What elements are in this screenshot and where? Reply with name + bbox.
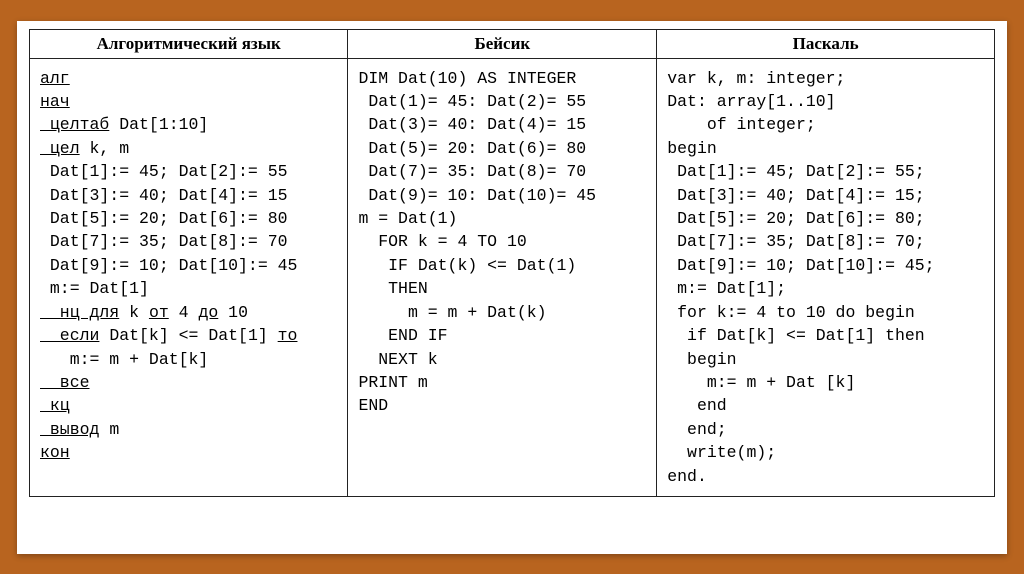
code-line: if Dat[k] <= Dat[1] then <box>667 326 924 345</box>
code-line: Dat(9)= 10: Dat(10)= 45 <box>358 186 596 205</box>
kw-esli: если <box>40 326 99 345</box>
code-line: end <box>667 396 726 415</box>
code-line: m:= m + Dat [k] <box>667 373 855 392</box>
code-line: Dat[1]:= 45; Dat[2]:= 55; <box>667 162 924 181</box>
code-line: begin <box>667 350 736 369</box>
code-line: Dat(7)= 35: Dat(8)= 70 <box>358 162 586 181</box>
code-line: Dat[7]:= 35; Dat[8]:= 70; <box>667 232 924 251</box>
code-line: END <box>358 396 388 415</box>
code-line: begin <box>667 139 717 158</box>
code-line: var k, m: integer; <box>667 69 845 88</box>
code-line: end. <box>667 467 707 486</box>
code-line: Dat(1)= 45: Dat(2)= 55 <box>358 92 586 111</box>
kw-ot: от <box>149 303 169 322</box>
cell-basic: DIM Dat(10) AS INTEGER Dat(1)= 45: Dat(2… <box>348 58 657 497</box>
txt: Dat[k] <= Dat[1] <box>99 326 277 345</box>
header-pascal: Паскаль <box>657 29 995 58</box>
code-line: end; <box>667 420 726 439</box>
code-line: DIM Dat(10) AS INTEGER <box>358 69 576 88</box>
cell-pascal: var k, m: integer; Dat: array[1..10] of … <box>657 58 995 497</box>
document-page: Алгоритмический язык Бейсик Паскаль алг … <box>17 21 1007 554</box>
kw-tseltab: целтаб <box>40 115 109 134</box>
txt: k, m <box>80 139 130 158</box>
code-table: Алгоритмический язык Бейсик Паскаль алг … <box>29 29 995 498</box>
kw-vyvod: вывод <box>40 420 99 439</box>
kw-kts: кц <box>40 396 70 415</box>
code-row: алг нач целтаб Dat[1:10] цел k, m Dat[1]… <box>30 58 995 497</box>
code-line: Dat(5)= 20: Dat(6)= 80 <box>358 139 586 158</box>
code-line: m = Dat(1) <box>358 209 457 228</box>
code-line: FOR k = 4 TO 10 <box>358 232 526 251</box>
code-line: m:= Dat[1] <box>40 279 149 298</box>
code-line: m = m + Dat(k) <box>358 303 546 322</box>
code-line: Dat[5]:= 20; Dat[6]:= 80 <box>40 209 288 228</box>
code-line: Dat[5]:= 20; Dat[6]:= 80; <box>667 209 924 228</box>
code-line: PRINT m <box>358 373 427 392</box>
code-line: Dat[1]:= 45; Dat[2]:= 55 <box>40 162 288 181</box>
code-line: THEN <box>358 279 427 298</box>
code-line: Dat[7]:= 35; Dat[8]:= 70 <box>40 232 288 251</box>
code-line: Dat[9]:= 10; Dat[10]:= 45 <box>40 256 297 275</box>
code-line: Dat: array[1..10] <box>667 92 835 111</box>
kw-tsel: цел <box>40 139 80 158</box>
header-row: Алгоритмический язык Бейсик Паскаль <box>30 29 995 58</box>
kw-do: до <box>198 303 218 322</box>
code-line: Dat[3]:= 40; Dat[4]:= 15; <box>667 186 924 205</box>
txt: 10 <box>218 303 248 322</box>
code-line: m:= m + Dat[k] <box>40 350 208 369</box>
txt: Dat[1:10] <box>109 115 208 134</box>
code-line: NEXT k <box>358 350 437 369</box>
code-line: of integer; <box>667 115 816 134</box>
code-line: END IF <box>358 326 447 345</box>
table-head: Алгоритмический язык Бейсик Паскаль <box>30 29 995 58</box>
code-line: for k:= 4 to 10 do begin <box>667 303 915 322</box>
txt: k <box>119 303 149 322</box>
txt: m <box>99 420 119 439</box>
kw-vse: все <box>40 373 90 392</box>
code-line: m:= Dat[1]; <box>667 279 786 298</box>
code-line: write(m); <box>667 443 776 462</box>
code-line: IF Dat(k) <= Dat(1) <box>358 256 576 275</box>
code-line: Dat(3)= 40: Dat(4)= 15 <box>358 115 586 134</box>
code-line: Dat[9]:= 10; Dat[10]:= 45; <box>667 256 934 275</box>
kw-to: то <box>278 326 298 345</box>
header-alg: Алгоритмический язык <box>30 29 348 58</box>
code-line: Dat[3]:= 40; Dat[4]:= 15 <box>40 186 288 205</box>
header-basic: Бейсик <box>348 29 657 58</box>
txt: 4 <box>169 303 199 322</box>
cell-alg: алг нач целтаб Dat[1:10] цел k, m Dat[1]… <box>30 58 348 497</box>
kw-kon: кон <box>40 443 70 462</box>
kw-nts-dlya: нц для <box>40 303 119 322</box>
kw-alg: алг <box>40 69 70 88</box>
kw-nach: нач <box>40 92 70 111</box>
